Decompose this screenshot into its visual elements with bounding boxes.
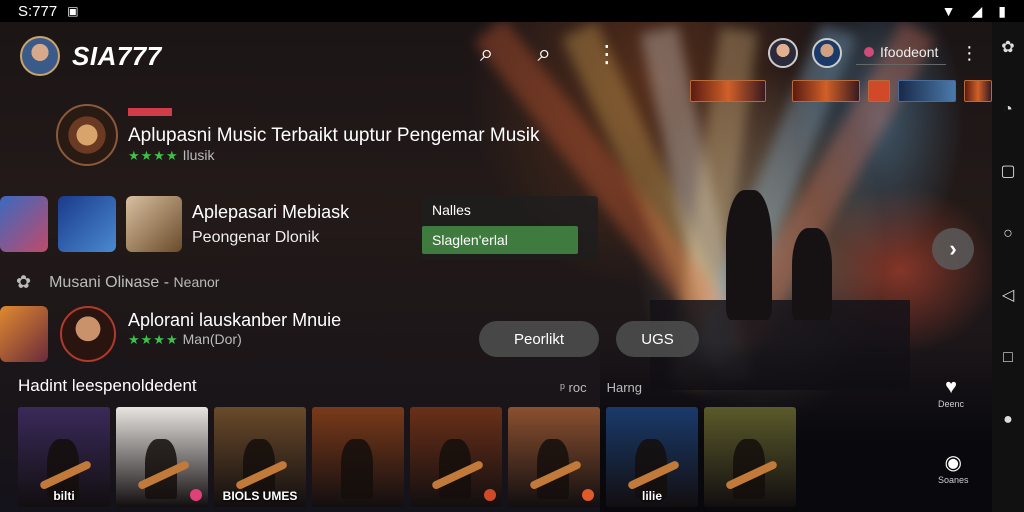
square-icon[interactable]: ▢ (1000, 164, 1015, 180)
gear-icon[interactable]: ✿ (16, 272, 31, 293)
app-thumbnails (0, 196, 182, 252)
app-row-subtitle: Peongenar Dlonik (192, 229, 320, 246)
music-card[interactable] (704, 407, 796, 507)
filter-pill[interactable]: UGS (616, 321, 699, 357)
rating-stars: ★★★★ Man(Dor) (128, 331, 242, 347)
next-button[interactable]: › (932, 228, 974, 270)
play-badge-icon (190, 489, 202, 501)
app-brand[interactable]: SIA777 (20, 36, 162, 76)
music-card[interactable]: bilti (18, 407, 110, 507)
play-badge-icon (484, 489, 496, 501)
like-action[interactable]: ♥ Deenc (938, 376, 964, 409)
section-suffix: Neanor (173, 273, 220, 290)
card-caption: bilti (53, 489, 75, 503)
app-row-title: Aplepasari Mebiask (192, 202, 350, 222)
rating-label: Ilusik (182, 146, 215, 163)
featured-app[interactable]: Aplupasni Music Terbaikt ɯptur Pengemar … (56, 104, 540, 166)
top-actions: ⌕ ⌕ ⋮ (480, 40, 619, 69)
avatar[interactable] (812, 38, 842, 68)
featured-tag (128, 107, 172, 116)
app-row-1[interactable]: Aplepasari Mebiask Peongenar Dlonik (192, 202, 349, 247)
app-thumbnail[interactable] (60, 306, 116, 362)
app-row-2[interactable]: Aplorani lauskanber Mnuie ★★★★ Man(Dor) (128, 310, 341, 348)
share-icon: ◉ (944, 452, 962, 474)
featured-emblem (56, 104, 118, 166)
heart-icon: ♥ (945, 376, 957, 398)
share-action[interactable]: ◉ Soanes (938, 450, 969, 485)
more-vertical-icon[interactable]: ⋮ (960, 43, 978, 64)
settings-icon[interactable]: ✿ (1001, 40, 1014, 56)
promo-banners (690, 80, 766, 102)
account-dot-icon (864, 46, 874, 57)
music-card[interactable]: lilie (606, 407, 698, 507)
music-card[interactable] (410, 407, 502, 507)
account-label: Ifoodeont (880, 43, 939, 60)
account-chip[interactable]: Ifoodeont (856, 42, 947, 65)
list-heading: Hadint leespenoldedent (18, 376, 197, 395)
list-tool[interactable]: ᵖ roc (560, 380, 587, 395)
filter-pill[interactable]: Peorlikt (479, 321, 599, 357)
search-icon[interactable]: ⌕ (480, 40, 493, 69)
account-area: Ifoodeont ⋮ (768, 38, 978, 68)
system-nav-rail: ✿ ◔ ▢ ○ ◁ □ ● (992, 22, 1024, 512)
search-icon[interactable]: ⌕ (537, 40, 550, 69)
list-tool[interactable]: Harng (607, 380, 642, 395)
section-label: Musani Oliɴase - (49, 273, 170, 291)
wifi-icon: ▼ (941, 3, 956, 19)
featured-title: Aplupasni Music Terbaikt ɯptur Pengemar … (128, 124, 540, 146)
music-card-list: bilti BIOLS UMES lilie (18, 407, 796, 507)
app-thumbnail[interactable] (58, 196, 116, 252)
sort-option-selected[interactable]: Slaglen'erlal (422, 226, 578, 254)
app-row-title: Aplorani lauskanber Mnuie (128, 310, 342, 330)
battery-icon: ▮ (998, 2, 1006, 19)
app-title: SIA777 (72, 40, 162, 71)
status-bar: S:777 ▣ ▼ ◢ ▮ (0, 0, 1024, 22)
music-card[interactable] (312, 407, 404, 507)
app-thumbnail[interactable] (126, 196, 182, 252)
music-card[interactable] (508, 407, 600, 507)
power-icon[interactable]: ◔ (1003, 102, 1013, 118)
promo-banner[interactable] (868, 80, 890, 102)
music-card[interactable]: BIOLS UMES (214, 407, 306, 507)
signal-icon: ◢ (971, 2, 983, 19)
play-badge-icon (582, 489, 594, 501)
share-label: Soanes (938, 475, 969, 485)
promo-banners (792, 80, 992, 102)
back-icon[interactable]: ◁ (1002, 288, 1014, 304)
list-tools: ᵖ roc Harng (560, 380, 642, 395)
image-icon: ▣ (67, 4, 79, 18)
section-header: ✿ Musani Oliɴase - Neanor (16, 272, 219, 293)
app-thumbnail[interactable] (0, 196, 48, 252)
promo-banner[interactable] (964, 80, 992, 102)
rating-label: Man(Dor) (182, 331, 242, 347)
card-caption: lilie (641, 489, 662, 503)
app-thumbnails (0, 306, 116, 362)
like-label: Deenc (938, 399, 965, 409)
app-thumbnail[interactable] (0, 306, 48, 362)
home-icon[interactable]: ○ (1003, 226, 1013, 242)
avatar[interactable] (20, 36, 60, 76)
recents-icon[interactable]: □ (1003, 350, 1013, 366)
rating-stars: ★★★★ Ilusik (128, 146, 215, 163)
card-caption: BIOLS UMES (222, 489, 298, 503)
avatar[interactable] (768, 38, 798, 68)
promo-banner[interactable] (792, 80, 860, 102)
promo-banner[interactable] (690, 80, 766, 102)
promo-banner[interactable] (898, 80, 956, 102)
chevron-right-icon: › (949, 236, 957, 261)
status-time: S:777 (18, 2, 58, 20)
more-vertical-icon[interactable]: ⋮ (595, 40, 619, 69)
sort-label: Nalles (432, 202, 471, 218)
sort-panel: Nalles Slaglen'erlal (422, 196, 598, 260)
music-card[interactable] (116, 407, 208, 507)
record-icon[interactable]: ● (1003, 412, 1013, 428)
